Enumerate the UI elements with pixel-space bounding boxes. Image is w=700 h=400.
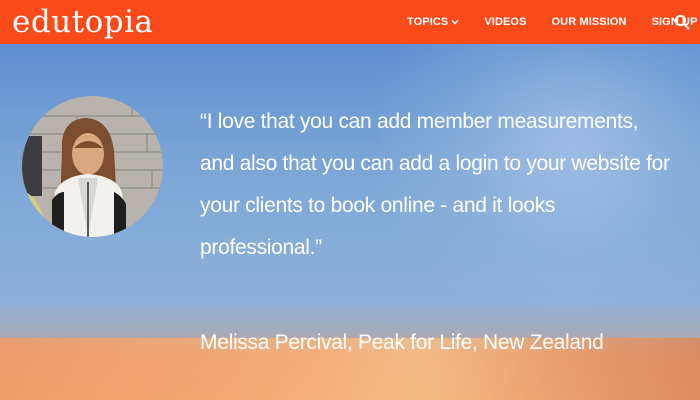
nav-topics-label: TOPICS bbox=[407, 16, 449, 28]
main-nav: TOPICS VIDEOS OUR MISSION SIGN UP bbox=[407, 0, 698, 44]
site-logo[interactable]: edutopia bbox=[12, 4, 154, 40]
testimonial-avatar bbox=[22, 96, 163, 237]
nav-our-mission[interactable]: OUR MISSION bbox=[552, 16, 627, 28]
nav-videos[interactable]: VIDEOS bbox=[484, 16, 526, 28]
testimonial-quote: “I love that you can add member measurem… bbox=[200, 110, 670, 259]
testimonial-author: Melissa Percival, Peak for Life, New Zea… bbox=[200, 331, 604, 354]
chevron-down-icon bbox=[452, 19, 459, 25]
search-icon[interactable] bbox=[674, 14, 690, 30]
nav-topics[interactable]: TOPICS bbox=[407, 16, 459, 28]
avatar-photo bbox=[22, 96, 163, 237]
top-navbar: edutopia TOPICS VIDEOS OUR MISSION SIGN … bbox=[0, 0, 700, 44]
